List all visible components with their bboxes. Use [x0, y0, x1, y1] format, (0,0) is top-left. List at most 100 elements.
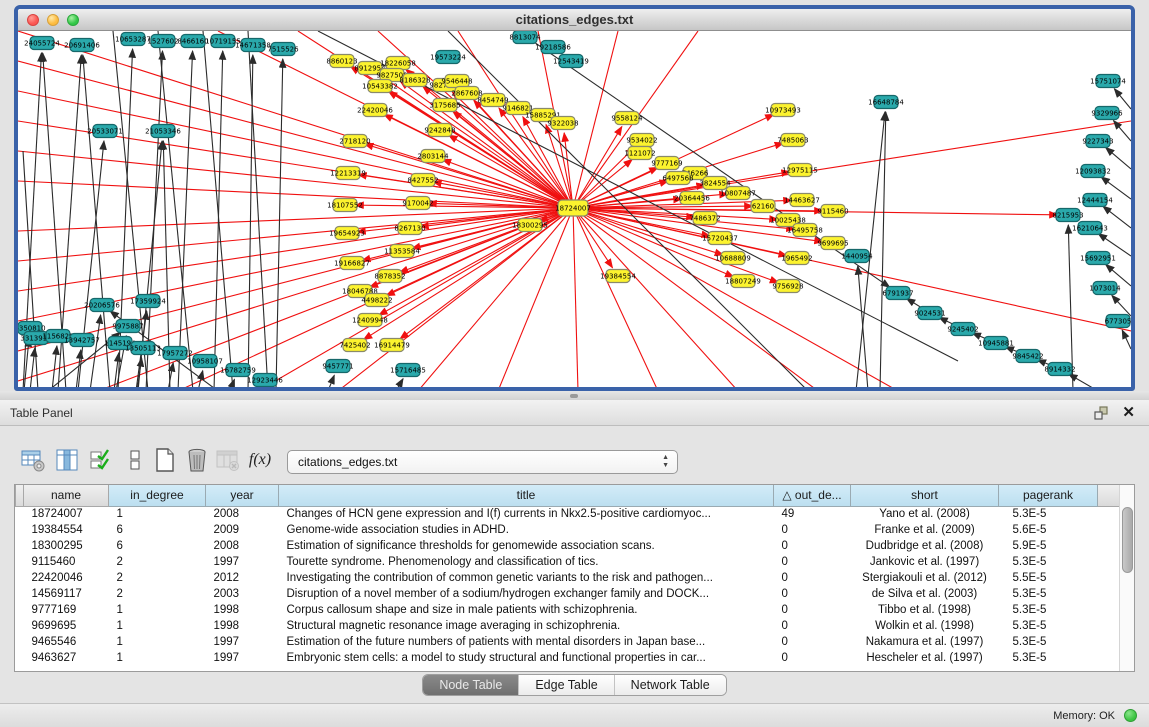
graph-node[interactable]: 16914479 — [374, 339, 410, 352]
graph-node[interactable]: 8914332 — [1044, 363, 1075, 376]
table-cell[interactable]: Franke et al. (2009) — [851, 522, 999, 538]
graph-node[interactable]: 7485063 — [777, 134, 808, 147]
table-cell[interactable]: Disruption of a novel member of a sodium… — [279, 586, 774, 602]
new-column-icon[interactable] — [150, 445, 180, 475]
graph-node[interactable]: 8186328 — [399, 74, 430, 87]
table-cell[interactable] — [1098, 506, 1120, 522]
graph-node[interactable]: 1527602 — [147, 35, 178, 48]
table-row[interactable]: 977716911998Corpus callosum shape and si… — [16, 602, 1120, 618]
float-panel-icon[interactable] — [1093, 405, 1109, 421]
graph-node[interactable]: 1440954 — [841, 250, 873, 263]
table-cell[interactable]: 49 — [774, 506, 851, 522]
column-header-short[interactable]: short — [851, 485, 999, 506]
table-cell[interactable] — [16, 634, 24, 650]
graph-node[interactable]: 3175685 — [429, 99, 460, 112]
graph-node[interactable]: 6497568 — [662, 172, 693, 185]
table-cell[interactable]: 0 — [774, 554, 851, 570]
table-cell[interactable]: 0 — [774, 618, 851, 634]
table-cell[interactable] — [1098, 522, 1120, 538]
table-cell[interactable]: 5.3E-5 — [999, 506, 1098, 522]
table-cell[interactable]: 5.3E-5 — [999, 618, 1098, 634]
table-cell[interactable]: 2009 — [206, 522, 279, 538]
graph-node[interactable]: 2718120 — [339, 135, 370, 148]
citation-edge-black[interactable] — [1114, 89, 1131, 109]
table-row[interactable]: 2242004622012Investigating the contribut… — [16, 570, 1120, 586]
graph-node[interactable]: 15716485 — [390, 364, 426, 377]
table-row[interactable]: 1938455462009Genome-wide association stu… — [16, 522, 1120, 538]
table-cell[interactable] — [16, 618, 24, 634]
table-cell[interactable]: 5.3E-5 — [999, 586, 1098, 602]
table-row[interactable]: 1456911722003Disruption of a novel membe… — [16, 586, 1120, 602]
graph-node[interactable]: 20364456 — [674, 192, 710, 205]
graph-node[interactable]: 20533071 — [87, 125, 123, 138]
table-cell[interactable]: 5.3E-5 — [999, 602, 1098, 618]
table-cell[interactable]: Tibbo et al. (1998) — [851, 602, 999, 618]
table-cell[interactable]: Corpus callosum shape and size in male p… — [279, 602, 774, 618]
table-cell[interactable]: 1 — [109, 506, 206, 522]
graph-node[interactable]: 8215953 — [1052, 209, 1083, 222]
table-cell[interactable]: 2 — [109, 586, 206, 602]
zoom-window-icon[interactable] — [67, 14, 79, 26]
graph-node[interactable]: 8466160 — [177, 35, 208, 48]
column-header-out_de[interactable]: △ out_de... — [774, 485, 851, 506]
graph-node[interactable]: 9245402 — [947, 323, 978, 336]
graph-node[interactable]: 8813074 — [509, 31, 541, 44]
citation-edge-red[interactable] — [384, 114, 573, 208]
table-cell[interactable] — [16, 538, 24, 554]
graph-node[interactable]: 14463627 — [784, 194, 820, 207]
table-cell[interactable] — [1098, 602, 1120, 618]
table-cell[interactable] — [1098, 570, 1120, 586]
column-header-name[interactable]: name — [24, 485, 109, 506]
network-canvas[interactable]: 1872400788601238912954182260589827509818… — [18, 31, 1131, 387]
graph-node[interactable]: 9546448 — [441, 75, 472, 88]
graph-node[interactable]: 9845422 — [1012, 350, 1043, 363]
graph-node[interactable]: 9699695 — [817, 237, 848, 250]
table-cell[interactable] — [16, 602, 24, 618]
graph-node[interactable]: 9457771 — [322, 360, 353, 373]
column-header-blank[interactable] — [16, 485, 24, 506]
citation-edge-black[interactable] — [168, 363, 173, 387]
table-cell[interactable]: 0 — [774, 538, 851, 554]
table-cell[interactable]: 5.9E-5 — [999, 538, 1098, 554]
table-row[interactable]: 946554611997Estimation of the future num… — [16, 634, 1120, 650]
table-row[interactable]: 1830029562008Estimation of significance … — [16, 538, 1120, 554]
table-cell[interactable]: 2008 — [206, 506, 279, 522]
function-builder-icon[interactable]: f(x) — [245, 445, 275, 475]
table-cell[interactable]: 5.6E-5 — [999, 522, 1098, 538]
table-cell[interactable] — [16, 570, 24, 586]
citation-edge-red[interactable] — [498, 208, 573, 387]
table-cell[interactable]: 6 — [109, 538, 206, 554]
table-cell[interactable] — [16, 506, 24, 522]
table-cell[interactable] — [1098, 618, 1120, 634]
table-cell[interactable]: 0 — [774, 522, 851, 538]
table-cell[interactable] — [1098, 634, 1120, 650]
table-cell[interactable]: Investigating the contribution of common… — [279, 570, 774, 586]
citation-edge-red[interactable] — [573, 208, 658, 387]
table-cell[interactable]: 2008 — [206, 538, 279, 554]
graph-node[interactable]: 1121072 — [624, 147, 655, 160]
graph-node[interactable]: 18107552 — [327, 199, 363, 212]
citation-edge-red[interactable] — [18, 91, 573, 208]
table-cell[interactable]: de Silva et al. (2003) — [851, 586, 999, 602]
table-cell[interactable] — [1098, 650, 1120, 666]
table-mode-icon[interactable] — [18, 445, 48, 475]
graph-node[interactable]: 22420046 — [357, 104, 393, 117]
graph-node[interactable]: 7486372 — [689, 212, 720, 225]
table-cell[interactable]: 1 — [109, 602, 206, 618]
table-cell[interactable]: 2012 — [206, 570, 279, 586]
column-header-pagerank[interactable]: pagerank — [999, 485, 1098, 506]
table-cell[interactable]: 1998 — [206, 602, 279, 618]
graph-node[interactable]: 8267130 — [394, 222, 425, 235]
graph-node[interactable]: 9115460 — [817, 205, 848, 218]
graph-node[interactable]: 12444154 — [1077, 194, 1113, 207]
graph-node[interactable]: 12923446 — [247, 374, 283, 387]
graph-node[interactable]: 17359924 — [130, 295, 166, 308]
table-cell[interactable]: 5.3E-5 — [999, 554, 1098, 570]
table-cell[interactable]: 9463627 — [24, 650, 109, 666]
table-cell[interactable]: Genome-wide association studies in ADHD. — [279, 522, 774, 538]
graph-node[interactable]: 9534022 — [626, 134, 657, 147]
table-row[interactable]: 946362711997Embryonic stem cells: a mode… — [16, 650, 1120, 666]
graph-node[interactable]: 1073014 — [1089, 282, 1121, 295]
table-cell[interactable]: Tourette syndrome. Phenomenology and cla… — [279, 554, 774, 570]
table-cell[interactable]: 0 — [774, 570, 851, 586]
